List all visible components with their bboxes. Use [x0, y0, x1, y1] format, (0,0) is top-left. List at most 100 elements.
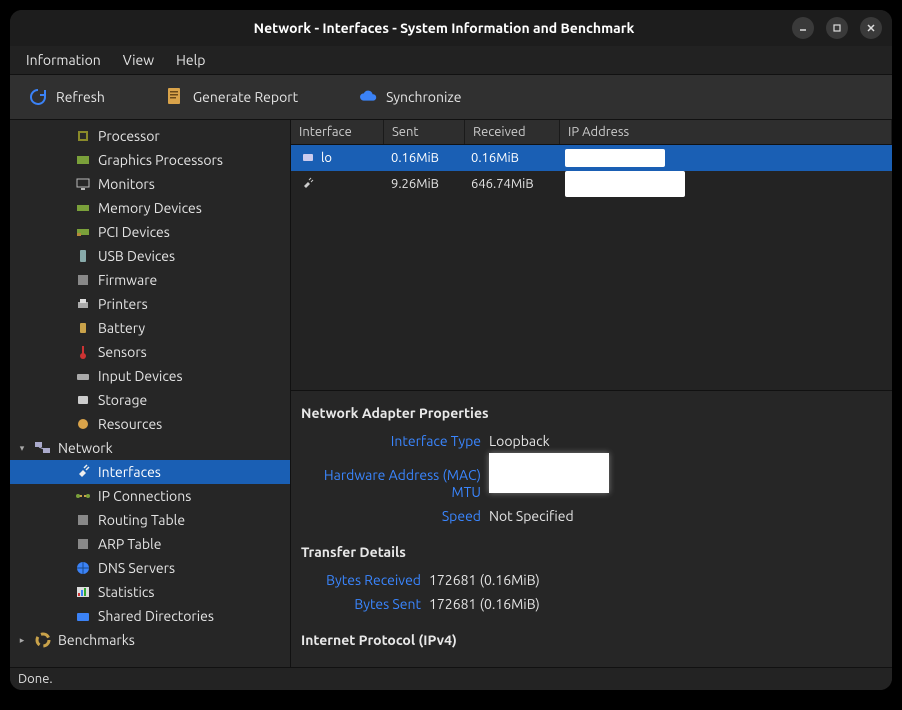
benchmark-icon [34, 631, 52, 649]
network-icon [34, 439, 52, 457]
battery-icon [74, 319, 92, 337]
col-interface[interactable]: Interface [291, 120, 384, 144]
monitor-icon [74, 175, 92, 193]
sidebar-item-firmware[interactable]: Firmware [10, 268, 290, 292]
prop-speed: SpeedNot Specified [301, 504, 882, 528]
titlebar: Network - Interfaces - System Informatio… [10, 10, 892, 46]
sidebar-item-label: Processor [98, 128, 160, 144]
generate-report-button[interactable]: Generate Report [153, 81, 310, 113]
window-title: Network - Interfaces - System Informatio… [96, 20, 792, 36]
sidebar-item-input[interactable]: Input Devices [10, 364, 290, 388]
cell-sent: 0.16MiB [383, 151, 463, 165]
sidebar-item-sensors[interactable]: Sensors [10, 340, 290, 364]
ipv4-heading: Internet Protocol (IPv4) [301, 632, 882, 648]
details-pane[interactable]: Network Adapter Properties Interface Typ… [291, 390, 892, 667]
menu-information[interactable]: Information [16, 49, 111, 71]
cell-received: 646.74MiB [463, 177, 557, 191]
refresh-icon [28, 87, 48, 107]
pci-icon [74, 223, 92, 241]
report-label: Generate Report [193, 89, 298, 105]
prop-interface-type: Interface TypeLoopback [301, 429, 882, 453]
sidebar-item-routing[interactable]: Routing Table [10, 508, 290, 532]
menu-help[interactable]: Help [166, 49, 215, 71]
sidebar-item-battery[interactable]: Battery [10, 316, 290, 340]
expander-icon[interactable]: ▸ [16, 635, 28, 646]
sidebar-item-statistics[interactable]: Statistics [10, 580, 290, 604]
resources-icon [74, 415, 92, 433]
keyboard-icon [74, 367, 92, 385]
sidebar-item-label: Interfaces [98, 464, 161, 480]
redacted-value [489, 453, 609, 493]
sidebar-item-benchmarks[interactable]: ▸Benchmarks [10, 628, 290, 652]
sidebar-item-label: Storage [98, 392, 147, 408]
sidebar-item-label: Sensors [98, 344, 147, 360]
sidebar-item-ip-connections[interactable]: IP Connections [10, 484, 290, 508]
sidebar-item-label: Battery [98, 320, 145, 336]
report-icon [165, 87, 185, 107]
table-row[interactable]: lo 0.16MiB 0.16MiB [291, 145, 892, 171]
sidebar-item-arp[interactable]: ARP Table [10, 532, 290, 556]
sidebar-item-label: Network [58, 440, 113, 456]
sidebar-item-label: Monitors [98, 176, 155, 192]
sidebar-item-interfaces[interactable]: Interfaces [10, 460, 290, 484]
expander-icon[interactable]: ▾ [16, 443, 28, 454]
globe-icon [74, 559, 92, 577]
sidebar-item-label: ARP Table [98, 536, 161, 552]
refresh-button[interactable]: Refresh [16, 81, 117, 113]
sync-label: Synchronize [386, 89, 461, 105]
sidebar-item-label: IP Connections [98, 488, 191, 504]
maximize-button[interactable] [826, 17, 848, 39]
prop-bytes-sent: Bytes Sent172681 (0.16MiB) [301, 592, 882, 616]
sidebar-item-pci[interactable]: PCI Devices [10, 220, 290, 244]
sidebar-item-usb[interactable]: USB Devices [10, 244, 290, 268]
table-header: Interface Sent Received IP Address [291, 120, 892, 145]
sidebar-item-processor[interactable]: Processor [10, 124, 290, 148]
printer-icon [74, 295, 92, 313]
sensors-icon [74, 343, 92, 361]
close-button[interactable] [860, 17, 882, 39]
cell-received: 0.16MiB [463, 151, 557, 165]
sidebar-item-monitors[interactable]: Monitors [10, 172, 290, 196]
sidebar-item-network[interactable]: ▾ Network [10, 436, 290, 460]
arp-icon [74, 535, 92, 553]
main-split: Processor Graphics Processors Monitors M… [10, 120, 892, 667]
table-row[interactable]: 9.26MiB 646.74MiB [291, 171, 892, 197]
status-bar: Done. [10, 667, 892, 690]
sidebar-item-gpu[interactable]: Graphics Processors [10, 148, 290, 172]
interfaces-table[interactable]: Interface Sent Received IP Address lo 0.… [291, 120, 892, 390]
properties-heading: Network Adapter Properties [301, 405, 882, 421]
col-sent[interactable]: Sent [384, 120, 465, 144]
sidebar-item-resources[interactable]: Resources [10, 412, 290, 436]
minimize-button[interactable] [792, 17, 814, 39]
sidebar-item-storage[interactable]: Storage [10, 388, 290, 412]
transfer-heading: Transfer Details [301, 544, 882, 560]
folder-icon [74, 607, 92, 625]
sidebar-item-memory[interactable]: Memory Devices [10, 196, 290, 220]
toolbar: Refresh Generate Report Synchronize [10, 75, 892, 120]
col-ip-address[interactable]: IP Address [560, 120, 892, 144]
menu-view[interactable]: View [113, 49, 164, 71]
sidebar-item-dns[interactable]: DNS Servers [10, 556, 290, 580]
cell-ip [557, 149, 892, 167]
gpu-icon [74, 151, 92, 169]
sidebar-item-label: Memory Devices [98, 200, 202, 216]
sidebar[interactable]: Processor Graphics Processors Monitors M… [10, 120, 291, 667]
synchronize-button[interactable]: Synchronize [346, 81, 473, 113]
sidebar-item-printers[interactable]: Printers [10, 292, 290, 316]
firmware-icon [74, 271, 92, 289]
sidebar-item-label: PCI Devices [98, 224, 170, 240]
sidebar-item-label: Input Devices [98, 368, 183, 384]
connections-icon [74, 487, 92, 505]
sidebar-item-label: Resources [98, 416, 162, 432]
chip-icon [74, 127, 92, 145]
sidebar-item-shared[interactable]: Shared Directories [10, 604, 290, 628]
sidebar-item-label: Shared Directories [98, 608, 214, 624]
drive-icon [74, 391, 92, 409]
sidebar-item-label: DNS Servers [98, 560, 175, 576]
status-text: Done. [18, 672, 53, 686]
content-pane: Interface Sent Received IP Address lo 0.… [291, 120, 892, 667]
prop-bytes-received: Bytes Received172681 (0.16MiB) [301, 568, 882, 592]
col-received[interactable]: Received [465, 120, 560, 144]
sidebar-item-label: Firmware [98, 272, 157, 288]
cloud-sync-icon [358, 87, 378, 107]
